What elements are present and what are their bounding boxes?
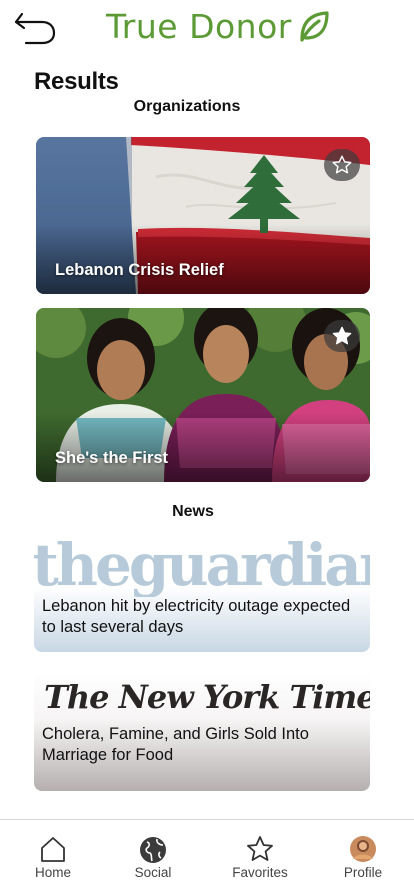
nav-home[interactable]: Home	[13, 820, 93, 896]
news-heading: News	[172, 503, 214, 520]
star-outline-icon	[332, 155, 352, 174]
leaf-icon	[300, 11, 329, 42]
bottom-nav: Home Social Favorites Profile	[0, 819, 414, 896]
nav-label: Social	[134, 865, 172, 880]
star-filled-icon	[332, 326, 352, 345]
back-button[interactable]	[12, 6, 58, 46]
favorite-button[interactable]	[324, 149, 360, 181]
guardian-logo: theguardian	[34, 533, 370, 597]
favorite-button[interactable]	[324, 320, 360, 352]
nav-social[interactable]: Social	[113, 820, 193, 896]
card-overlay	[36, 224, 370, 294]
avatar-icon	[350, 836, 376, 862]
news-card-nyt[interactable]: The New York Times Cholera, Famine, and …	[34, 672, 370, 791]
brand-logo: True Donor	[106, 6, 330, 46]
news-headline: Cholera, Famine, and Girls Sold Into Mar…	[42, 725, 309, 764]
org-card-lebanon[interactable]: Lebanon Crisis Relief	[36, 137, 370, 294]
undo-arrow-icon	[14, 12, 56, 45]
nav-profile[interactable]: Profile	[323, 820, 403, 896]
org-name: She's the First	[55, 449, 169, 467]
nav-label: Profile	[343, 865, 383, 880]
card-overlay	[36, 412, 370, 482]
org-card-shes-the-first[interactable]: She's the First	[36, 308, 370, 482]
nyt-logo: The New York Times	[44, 678, 370, 716]
news-card-guardian[interactable]: theguardian Lebanon hit by electricity o…	[34, 533, 370, 652]
brand-name: True Donor	[106, 6, 292, 46]
organizations-heading: Organizations	[133, 98, 241, 115]
nav-label: Favorites	[232, 865, 288, 880]
nav-favorites[interactable]: Favorites	[220, 820, 300, 896]
top-bar: True Donor	[0, 0, 414, 56]
globe-icon	[140, 837, 166, 863]
home-icon	[41, 837, 65, 862]
nav-label: Home	[34, 865, 71, 880]
page-title: Results	[34, 68, 119, 95]
star-icon	[247, 836, 273, 861]
source-name: The New York Times	[44, 678, 370, 716]
org-name: Lebanon Crisis Relief	[55, 261, 224, 279]
news-headline: Lebanon hit by electricity outage expect…	[42, 597, 351, 636]
source-name: theguardian	[34, 533, 370, 597]
